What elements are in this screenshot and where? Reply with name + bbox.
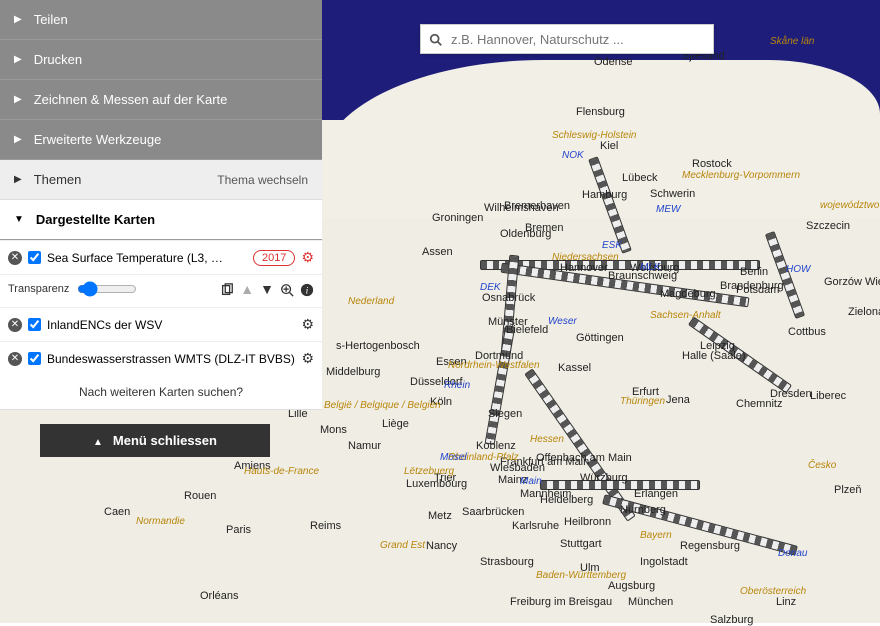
caret-right-icon: ▶ bbox=[14, 94, 22, 105]
arrow-up-icon: ▲ bbox=[93, 437, 103, 448]
panel-label: Drucken bbox=[34, 52, 82, 67]
svg-text:i: i bbox=[306, 286, 309, 297]
gear-icon[interactable]: ⚙ bbox=[301, 350, 314, 367]
panel-label: Erweiterte Werkzeuge bbox=[34, 132, 162, 147]
panel-label: Teilen bbox=[34, 12, 68, 27]
caret-right-icon: ▶ bbox=[14, 14, 22, 25]
transparency-slider[interactable] bbox=[77, 281, 137, 297]
search-more-layers[interactable]: Nach weiteren Karten suchen? bbox=[0, 375, 322, 409]
panel-werkzeuge[interactable]: ▶ Erweiterte Werkzeuge bbox=[0, 120, 322, 160]
layer-visibility-checkbox[interactable] bbox=[28, 352, 41, 365]
caret-right-icon: ▶ bbox=[14, 134, 22, 145]
arrow-up-icon[interactable]: ▲ bbox=[240, 281, 254, 297]
remove-layer-icon[interactable]: ✕ bbox=[8, 352, 22, 366]
panel-dargestellte-karten[interactable]: ▼ Dargestellte Karten bbox=[0, 200, 322, 240]
copy-icon[interactable] bbox=[220, 281, 234, 297]
layer-name[interactable]: Bundeswasserstrassen WMTS (DLZ-IT BVBS) bbox=[47, 352, 295, 366]
panel-drucken[interactable]: ▶ Drucken bbox=[0, 40, 322, 80]
close-menu-button[interactable]: ▲ Menü schliessen bbox=[40, 424, 270, 457]
panel-label: Dargestellte Karten bbox=[36, 212, 155, 227]
search-box bbox=[420, 24, 714, 54]
panel-zeichnen[interactable]: ▶ Zeichnen & Messen auf der Karte bbox=[0, 80, 322, 120]
zoom-extent-icon[interactable] bbox=[280, 281, 294, 297]
caret-right-icon: ▶ bbox=[14, 174, 22, 185]
panel-teilen[interactable]: ▶ Teilen bbox=[0, 0, 322, 40]
layer-name[interactable]: InlandENCs der WSV bbox=[47, 318, 295, 332]
transparency-row: Transparenz ▲ ▼ i bbox=[0, 274, 322, 307]
gear-icon[interactable]: ⚙ bbox=[301, 316, 314, 333]
panel-label: Themen bbox=[34, 172, 82, 187]
sidebar: ▶ Teilen ▶ Drucken ▶ Zeichnen & Messen auf … bbox=[0, 0, 322, 410]
waterway-segment bbox=[540, 480, 700, 490]
transparency-label: Transparenz bbox=[8, 283, 69, 295]
panel-themen[interactable]: ▶ Themen Thema wechseln bbox=[0, 160, 322, 200]
layer-visibility-checkbox[interactable] bbox=[28, 251, 41, 264]
theme-switch-link[interactable]: Thema wechseln bbox=[217, 173, 308, 187]
layer-badge[interactable]: 2017 bbox=[253, 250, 295, 266]
arrow-down-icon[interactable]: ▼ bbox=[260, 281, 274, 297]
caret-down-icon: ▼ bbox=[14, 214, 24, 225]
layer-row: ✕ Sea Surface Temperature (L3, … 2017 ⚙ bbox=[0, 240, 322, 274]
panel-label: Zeichnen & Messen auf der Karte bbox=[34, 92, 228, 107]
layer-row: ✕ InlandENCs der WSV ⚙ bbox=[0, 307, 322, 341]
gear-icon[interactable]: ⚙ bbox=[301, 249, 314, 266]
layer-row: ✕ Bundeswasserstrassen WMTS (DLZ-IT BVBS… bbox=[0, 341, 322, 375]
remove-layer-icon[interactable]: ✕ bbox=[8, 318, 22, 332]
layer-tools: ▲ ▼ i bbox=[220, 281, 314, 297]
close-menu-label: Menü schliessen bbox=[113, 433, 217, 448]
caret-right-icon: ▶ bbox=[14, 54, 22, 65]
layer-name[interactable]: Sea Surface Temperature (L3, … bbox=[47, 251, 247, 265]
info-icon[interactable]: i bbox=[300, 281, 314, 297]
layer-visibility-checkbox[interactable] bbox=[28, 318, 41, 331]
search-icon bbox=[421, 31, 451, 47]
remove-layer-icon[interactable]: ✕ bbox=[8, 251, 22, 265]
layer-list: ✕ Sea Surface Temperature (L3, … 2017 ⚙ … bbox=[0, 240, 322, 410]
search-input[interactable] bbox=[451, 32, 713, 47]
